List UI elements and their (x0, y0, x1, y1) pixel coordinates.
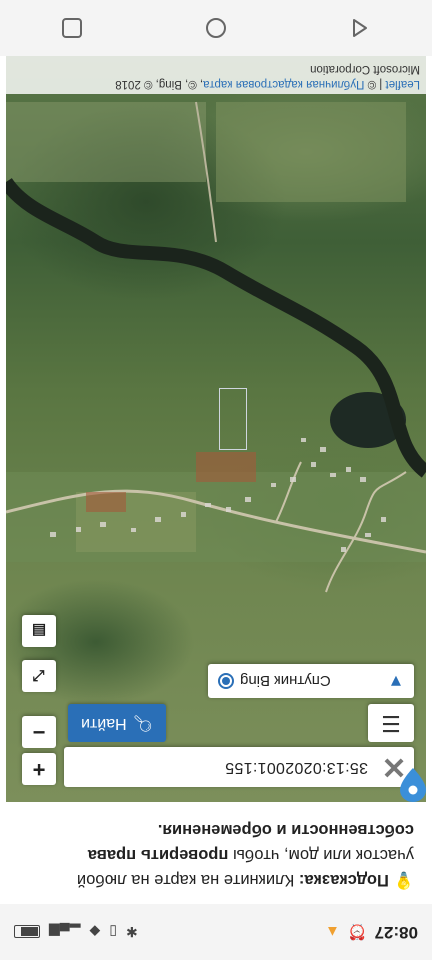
menu-icon: ☰ (381, 711, 401, 736)
recents-button[interactable] (52, 8, 92, 48)
fullscreen-button[interactable]: ⤢ (22, 660, 56, 692)
cadastral-search-input[interactable]: ✕ 35:13:0202001:155 (64, 747, 414, 787)
attribution-rest: , ©, Bing, © 2018 (115, 78, 204, 90)
find-label: Найти (81, 715, 127, 732)
notification-icon: ▲ (324, 923, 340, 941)
chevron-down-icon[interactable]: ▼ (378, 671, 414, 691)
layer-label: Спутник Bing (240, 672, 331, 690)
search-value[interactable]: 35:13:0202001:155 (225, 758, 374, 776)
menu-button[interactable]: ☰ (368, 704, 414, 742)
home-icon (206, 18, 226, 38)
bluetooth-icon: ✱ (125, 924, 138, 941)
satellite-map[interactable]: ✕ 35:13:0202001:155 ☰ 🔍︎ Найти ▼ Спутник… (6, 56, 426, 802)
signal-icon: ▂▄▆ (49, 924, 81, 941)
screen: 08:27 ⏰ ▲ ✱ ▯ ◆ ▂▄▆ 💡 Подсказка: Кликнит… (0, 0, 432, 960)
battery-icon (14, 925, 40, 939)
layer-radio[interactable] (218, 673, 234, 689)
location-pin-icon[interactable] (400, 768, 426, 802)
status-time: 08:27 (374, 923, 418, 942)
home-button[interactable] (196, 8, 236, 48)
parcel-outline (219, 388, 247, 450)
microsoft-attribution: Microsoft Corporation (310, 63, 420, 75)
search-icon: 🔍︎ (132, 714, 153, 731)
back-icon (353, 19, 367, 37)
hint-body-2: собственности и обременения. (157, 821, 414, 839)
attribution-separator: | © (364, 78, 386, 90)
lightbulb-icon: 💡 (393, 871, 414, 889)
status-bar: 08:27 ⏰ ▲ ✱ ▯ ◆ ▂▄▆ (0, 904, 432, 960)
zoom-in-button[interactable]: + (22, 753, 56, 785)
find-button[interactable]: 🔍︎ Найти (68, 704, 166, 742)
fullscreen-icon: ⤢ (33, 667, 46, 685)
hint-label: Подсказка: (298, 871, 389, 889)
zoom-out-button[interactable]: − (22, 716, 56, 748)
leaflet-link[interactable]: Leaflet (385, 78, 420, 90)
layer-selector[interactable]: ▼ Спутник Bing (208, 664, 414, 698)
print-button[interactable]: ▤ (22, 615, 56, 647)
check-rights-link[interactable]: проверить права (88, 846, 229, 864)
hint-text: 💡 Подсказка: Кликните на карте на любой … (0, 802, 432, 904)
map-attribution: Leaflet | © Публичная кадастровая карта,… (6, 56, 426, 94)
back-button[interactable] (340, 8, 380, 48)
vibrate-icon: ▯ (109, 924, 117, 941)
alarm-icon: ⏰ (347, 923, 367, 940)
print-icon: ▤ (31, 622, 47, 639)
cadastral-map-link[interactable]: Публичная кадастровая карта (203, 78, 364, 90)
navigation-bar (0, 0, 432, 56)
recents-icon (62, 18, 82, 38)
wifi-icon: ◆ (89, 924, 101, 941)
